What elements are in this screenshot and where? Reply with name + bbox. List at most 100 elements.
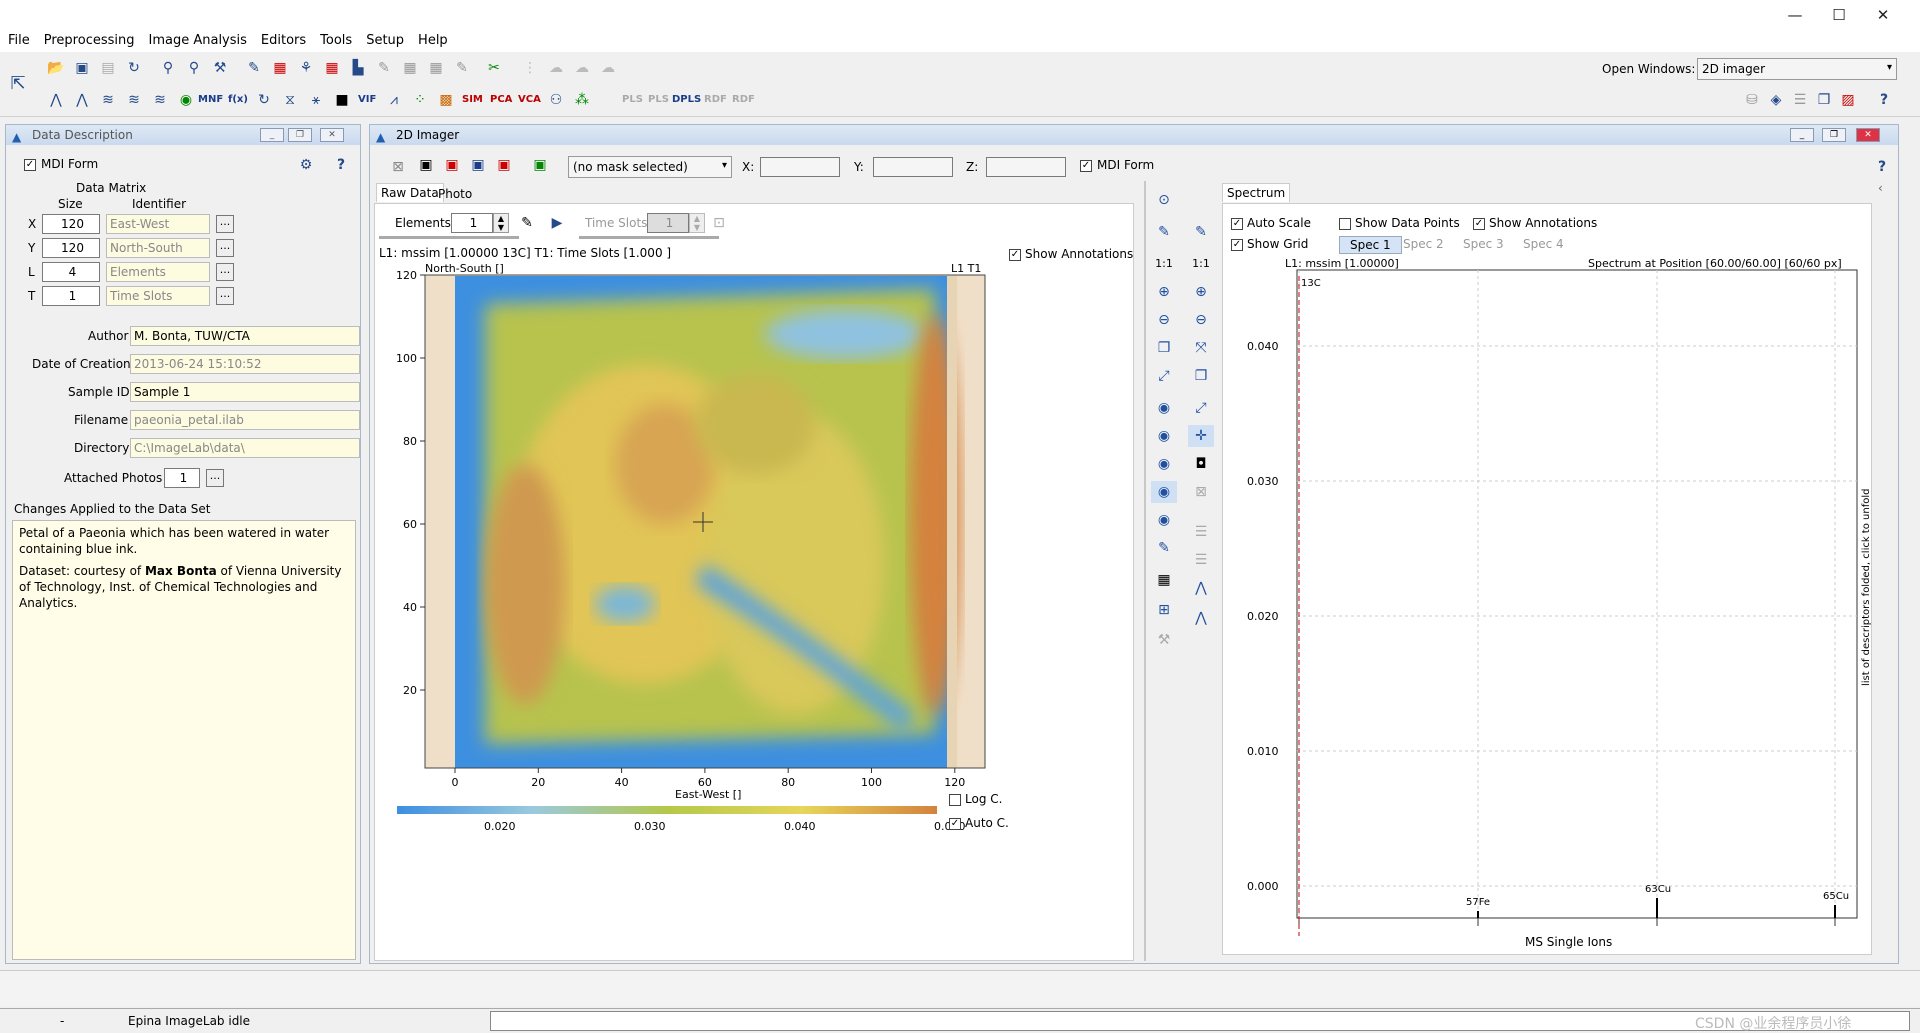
wave3-icon[interactable]: ≋	[150, 90, 170, 110]
x-identifier-input[interactable]: East-West	[106, 214, 210, 234]
l-more-button[interactable]: ...	[216, 263, 234, 281]
changes-text[interactable]: Petal of a Paeonia which has been watere…	[12, 520, 356, 960]
spectrum-plot[interactable]: L1: mssim [1.00000] Spectrum at Position…	[1223, 256, 1873, 956]
show-annotations-checkbox[interactable]: ✓	[1009, 249, 1021, 261]
expand2-icon[interactable]: ⤢	[1188, 397, 1214, 419]
copy2-icon[interactable]: ❐	[1188, 365, 1214, 387]
auto-scale-checkbox[interactable]: ✓	[1231, 218, 1243, 230]
brush-icon[interactable]: ✎	[1151, 537, 1177, 559]
close-button[interactable]: ✕	[1866, 4, 1900, 26]
grid-icon[interactable]: ▦	[1151, 569, 1177, 591]
cycle-icon[interactable]: ↻	[254, 90, 274, 110]
mask-select[interactable]: (no mask selected) ▾	[568, 156, 732, 178]
minimize-button[interactable]: —	[1778, 4, 1812, 26]
t-identifier-input[interactable]: Time Slots	[106, 286, 210, 306]
map-icon[interactable]: ▩	[436, 90, 456, 110]
anno2-icon[interactable]: ✎	[1188, 221, 1214, 243]
auto-c-checkbox[interactable]: ✓	[949, 818, 961, 830]
anno-icon[interactable]: ✎	[1151, 221, 1177, 243]
x-coord-input[interactable]	[760, 157, 840, 177]
barchart-icon[interactable]: ▙	[348, 58, 368, 78]
menu-file[interactable]: File	[0, 30, 36, 48]
copy-icon[interactable]: ❐	[1151, 337, 1177, 359]
stack-icon[interactable]: ☰	[1790, 90, 1810, 110]
save-icon[interactable]: ▤	[98, 58, 118, 78]
cluster4-icon[interactable]: ◉	[1151, 481, 1177, 503]
z-coord-input[interactable]	[986, 157, 1066, 177]
vca-button[interactable]: VCA	[518, 90, 541, 110]
pen-icon[interactable]: ✎	[244, 58, 264, 78]
sim-button[interactable]: SIM	[462, 90, 483, 110]
heatmap-plot[interactable]: 0 20 40 60 80 100 120 120 100 80 60 40 20 North-Sou…	[375, 264, 1135, 904]
zoom-in-icon[interactable]: ⊕	[1151, 281, 1177, 303]
expand-icon[interactable]: ⤢	[1151, 365, 1177, 387]
var-icon[interactable]: ▣	[442, 155, 462, 175]
spec-tab-3[interactable]: Spec 3	[1463, 237, 1504, 251]
db-icon[interactable]: ⛁	[1742, 90, 1762, 110]
help-icon[interactable]: ?	[1874, 90, 1894, 110]
wave-icon[interactable]: ≋	[98, 90, 118, 110]
undock-icon[interactable]: ⇱	[8, 74, 28, 94]
line-chart-icon[interactable]: ⩘	[384, 90, 404, 110]
edit-icon[interactable]: ✎	[374, 58, 394, 78]
calc-icon[interactable]: ▦	[270, 58, 290, 78]
tab-photo[interactable]: Photo	[434, 185, 476, 203]
zoom-out2-icon[interactable]: ⊖	[1188, 309, 1214, 331]
fit-icon[interactable]: ⤧	[1188, 337, 1214, 359]
maximize-button[interactable]: ☐	[1822, 4, 1856, 26]
filter-icon[interactable]: ⧖	[280, 90, 300, 110]
mnf-button[interactable]: MNF	[198, 90, 223, 110]
elements-slider[interactable]	[379, 236, 519, 239]
ex-icon[interactable]: ▣	[530, 155, 550, 175]
descriptors-fold-label[interactable]: list of descriptors folded, click to unf…	[1861, 489, 1872, 686]
add-icon[interactable]: ⊞	[1151, 599, 1177, 621]
close-box-icon[interactable]: ⊠	[1188, 481, 1214, 503]
grid-icon[interactable]: ▦	[400, 58, 420, 78]
collapse-icon[interactable]: ‹	[1878, 181, 1883, 195]
date-input[interactable]: 2013-06-24 15:10:52	[130, 354, 360, 374]
sample-id-input[interactable]: Sample 1	[130, 382, 360, 402]
panel-restore-button[interactable]: ❐	[288, 128, 312, 142]
filename-input[interactable]: paeonia_petal.ilab	[130, 410, 360, 430]
pca-button[interactable]: PCA	[490, 90, 512, 110]
directory-input[interactable]: C:\ImageLab\data\	[130, 438, 360, 458]
y-identifier-input[interactable]: North-South	[106, 238, 210, 258]
mdi-form-checkbox[interactable]: ✓	[24, 159, 36, 171]
zoom-in2-icon[interactable]: ⊕	[1188, 281, 1214, 303]
pls2-button[interactable]: PLS	[648, 90, 669, 110]
max-icon[interactable]: ▣	[494, 155, 514, 175]
time-slots-input[interactable]: 1	[647, 213, 689, 233]
show-grid-checkbox[interactable]: ✓	[1231, 239, 1243, 251]
help-icon[interactable]: ?	[1872, 157, 1892, 177]
elements-input[interactable]: 1	[451, 213, 493, 233]
spectrum2-icon[interactable]: ⋀	[72, 90, 92, 110]
table-icon[interactable]: ▦	[322, 58, 342, 78]
stack-icon[interactable]: ☰	[1188, 521, 1214, 543]
pencil-box-icon[interactable]: ✎	[452, 58, 472, 78]
t-more-button[interactable]: ...	[216, 287, 234, 305]
tab-spectrum[interactable]: Spectrum	[1222, 183, 1291, 202]
windows-icon[interactable]: ❐	[1814, 90, 1834, 110]
wrench-icon[interactable]: ⚒	[1151, 629, 1177, 651]
zoom-out-icon[interactable]: ⊖	[1151, 309, 1177, 331]
spectrum-show-annotations-checkbox[interactable]: ✓	[1473, 218, 1485, 230]
menu-editors[interactable]: Editors	[253, 30, 312, 48]
open-windows-select[interactable]: 2D imager ▾	[1697, 58, 1897, 80]
time-slots-icon[interactable]: ⊡	[709, 213, 729, 233]
diamond-icon[interactable]: ◈	[1766, 90, 1786, 110]
menu-setup[interactable]: Setup	[358, 30, 410, 48]
spec-tab-1[interactable]: Spec 1	[1339, 236, 1402, 254]
grid-edit-icon[interactable]: ▦	[426, 58, 446, 78]
play-icon[interactable]: ▶	[547, 213, 567, 233]
pipette2-icon[interactable]: ⚲	[184, 58, 204, 78]
imager-close-button[interactable]: ✕	[1856, 128, 1880, 142]
scatter-icon[interactable]: ⁘	[410, 90, 430, 110]
l-size-input[interactable]: 4	[42, 262, 100, 282]
panel-close-button[interactable]: ✕	[320, 128, 344, 142]
photos-more-button[interactable]: ...	[206, 469, 224, 487]
tree-icon[interactable]: ⚘	[296, 58, 316, 78]
rdf2-button[interactable]: RDF	[732, 90, 755, 110]
open-icon[interactable]: 📂	[46, 58, 66, 78]
menu-help[interactable]: Help	[410, 30, 454, 48]
pipette-icon[interactable]: ⚲	[158, 58, 178, 78]
